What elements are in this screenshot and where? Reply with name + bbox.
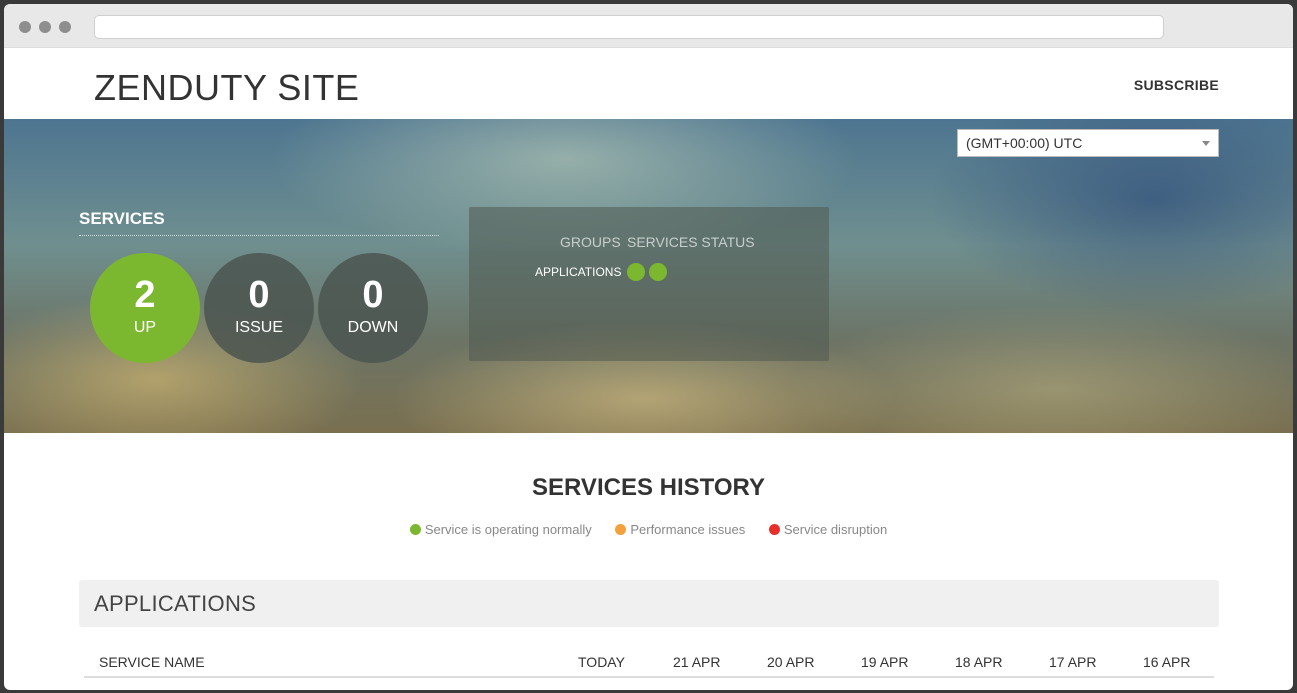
legend-item-disruption: Service disruption [768, 522, 888, 537]
column-header-day: 19 APR [861, 654, 909, 670]
window-close-dot[interactable] [19, 21, 31, 33]
column-header-day: 18 APR [955, 654, 1003, 670]
count-label: UP [133, 319, 157, 336]
column-header-day: 21 APR [673, 654, 721, 670]
timezone-value: (GMT+00:00) UTC [966, 135, 1083, 151]
group-name-applications: APPLICATIONS [535, 265, 622, 279]
count-value: 2 [134, 274, 156, 316]
count-value: 0 [362, 274, 384, 316]
status-legend: Service is operating normally Performanc… [4, 522, 1293, 537]
section-title: APPLICATIONS [94, 591, 257, 616]
legend-item-performance: Performance issues [615, 522, 745, 537]
subscribe-link[interactable]: SUBSCRIBE [1134, 77, 1219, 93]
legend-label: Service is operating normally [424, 522, 592, 537]
legend-label: Performance issues [630, 522, 746, 537]
service-status-dot[interactable] [649, 263, 667, 281]
window-minimize-dot[interactable] [39, 21, 51, 33]
count-value: 0 [248, 274, 270, 316]
timezone-select[interactable]: (GMT+00:00) UTC [957, 129, 1219, 157]
address-bar[interactable] [94, 15, 1164, 39]
column-header-day: 16 APR [1143, 654, 1191, 670]
column-header-today: TODAY [578, 654, 625, 670]
service-status-dot[interactable] [627, 263, 645, 281]
site-header: ZENDUTY SITE SUBSCRIBE [4, 49, 1293, 119]
column-header-service-name: SERVICE NAME [99, 654, 205, 670]
services-status-column-header: SERVICES STATUS [627, 234, 755, 250]
legend-label: Service disruption [783, 522, 888, 537]
services-issue-count: 0 ISSUE [204, 253, 314, 363]
browser-window: ZENDUTY SITE SUBSCRIBE (GMT+00:00) UTC S… [4, 4, 1293, 690]
services-heading: SERVICES [79, 209, 439, 236]
hero-banner: (GMT+00:00) UTC SERVICES 2 UP 0 ISSUE 0 … [4, 119, 1293, 433]
services-history-title: SERVICES HISTORY [532, 474, 765, 501]
groups-column-header: GROUPS [560, 234, 621, 250]
green-status-dot-icon [409, 524, 421, 535]
column-header-day: 20 APR [767, 654, 815, 670]
site-title[interactable]: ZENDUTY SITE [94, 67, 359, 109]
browser-chrome [4, 4, 1293, 48]
legend-item-normal: Service is operating normally [409, 522, 592, 537]
services-up-count: 2 UP [90, 253, 200, 363]
column-header-day: 17 APR [1049, 654, 1097, 670]
window-maximize-dot[interactable] [59, 21, 71, 33]
count-label: ISSUE [234, 319, 283, 336]
count-label: DOWN [347, 319, 399, 336]
dropdown-arrow-icon [1202, 141, 1210, 146]
services-down-count: 0 DOWN [318, 253, 428, 363]
group-status-panel: GROUPS SERVICES STATUS APPLICATIONS [469, 207, 829, 361]
orange-status-dot-icon [615, 524, 627, 535]
history-table-header: SERVICE NAME TODAY 21 APR 20 APR 19 APR … [84, 652, 1214, 678]
red-status-dot-icon [768, 524, 780, 535]
applications-section-header[interactable]: APPLICATIONS [79, 580, 1219, 627]
